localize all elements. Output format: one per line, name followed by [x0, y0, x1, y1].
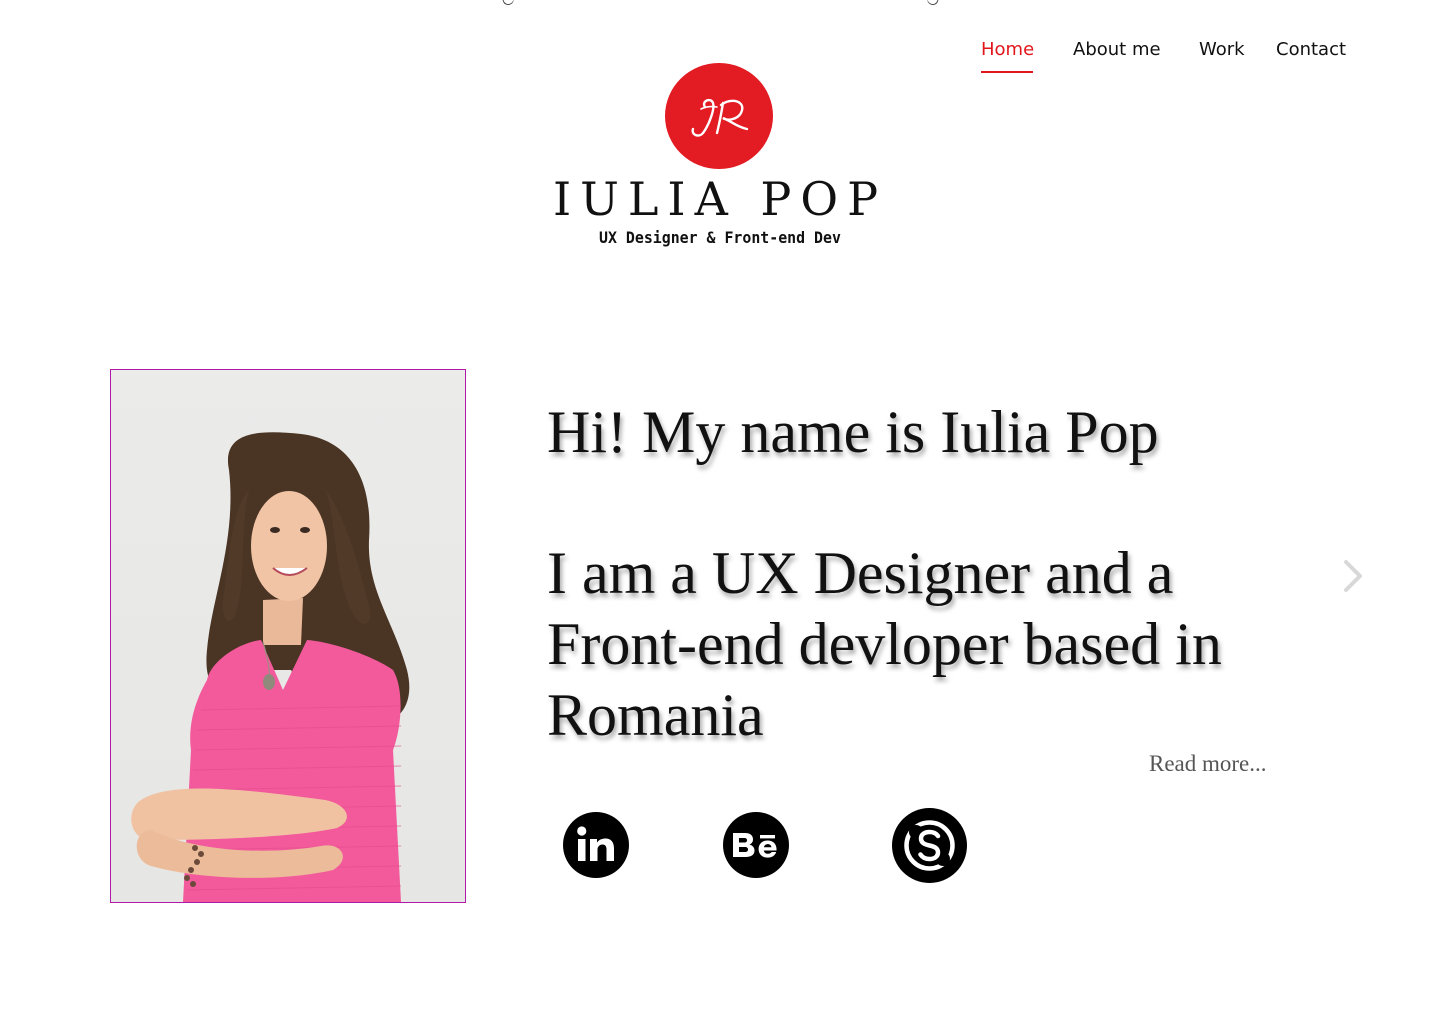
decorative-mark-right — [925, 0, 940, 7]
nav-active-underline — [981, 71, 1033, 73]
chevron-right-icon[interactable] — [1338, 556, 1368, 596]
portrait-photo — [110, 369, 466, 903]
skype-icon[interactable] — [892, 808, 967, 883]
read-more-link[interactable]: Read more... — [1149, 750, 1267, 778]
hero-intro: I am a UX Designer and a Front-end devlo… — [547, 540, 1222, 748]
logo-name: IULIA POP — [552, 172, 888, 226]
monogram-ip-icon — [691, 98, 749, 137]
portrait-illustration — [131, 432, 410, 902]
behance-icon[interactable] — [723, 812, 789, 878]
nav-item-home[interactable]: Home — [981, 38, 1034, 62]
logo-monogram — [665, 63, 773, 169]
nav-item-contact[interactable]: Contact — [1276, 38, 1346, 62]
decorative-mark-left — [501, 0, 516, 7]
logo-tagline: UX Designer & Front-end Dev — [599, 228, 841, 247]
hero-greeting: Hi! My name is Iulia Pop — [547, 399, 1159, 465]
nav-item-work[interactable]: Work — [1199, 38, 1245, 62]
nav-item-about-me[interactable]: About me — [1073, 38, 1161, 62]
linkedin-icon[interactable] — [563, 812, 629, 878]
